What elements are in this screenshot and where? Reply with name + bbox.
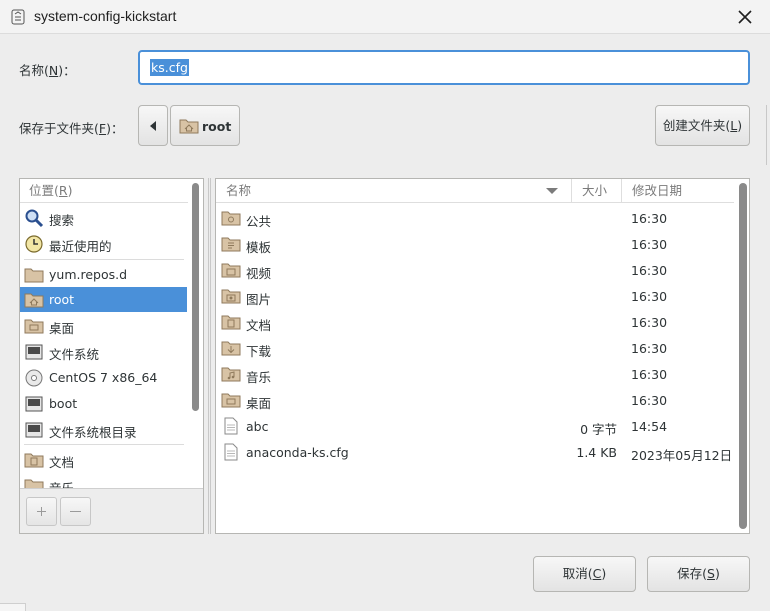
music-folder-icon — [24, 479, 44, 488]
places-scrollbar-thumb[interactable] — [192, 183, 199, 411]
file-row[interactable]: 公共 16:30 — [216, 205, 734, 231]
file-row[interactable]: anaconda-ks.cfg 1.4 KB 2023年05月12日 — [216, 439, 734, 465]
window-corner — [0, 603, 26, 611]
places-toolbar — [20, 488, 203, 533]
filename-input[interactable]: ks.cfg — [138, 50, 750, 85]
drive-icon — [25, 396, 43, 412]
sort-descending-icon — [546, 188, 558, 194]
music-folder-icon — [221, 367, 241, 382]
file-row[interactable]: 文档 16:30 — [216, 309, 734, 335]
filename-value: ks.cfg — [150, 59, 189, 76]
disc-icon — [25, 369, 43, 387]
window-edge — [766, 105, 767, 165]
place-filesystem[interactable]: 文件系统 — [20, 339, 187, 364]
file-row[interactable]: 桌面 16:30 — [216, 387, 734, 413]
place-yum-repos[interactable]: yum.repos.d — [20, 262, 187, 287]
drive-icon — [25, 422, 43, 438]
file-list-scrollbar[interactable] — [739, 183, 747, 529]
file-icon — [224, 443, 238, 461]
place-boot[interactable]: boot — [20, 391, 187, 416]
close-button[interactable] — [735, 7, 755, 27]
places-sidebar: 位置(R) 搜索 最近使用的 yum.repos.d root 桌面 文件系统 — [19, 178, 204, 534]
downloads-folder-icon — [221, 341, 241, 356]
places-separator — [24, 444, 184, 445]
window-title: system-config-kickstart — [34, 8, 177, 24]
recent-icon — [25, 235, 43, 253]
file-row[interactable]: 模板 16:30 — [216, 231, 734, 257]
search-icon — [25, 209, 44, 228]
app-icon — [11, 9, 25, 25]
file-list: 名称 大小 修改日期 公共 16:30 模板 16:30 视频 16:30 图片 — [215, 178, 750, 534]
file-row[interactable]: 音乐 16:30 — [216, 361, 734, 387]
file-row[interactable]: abc 0 字节 14:54 — [216, 413, 734, 439]
place-desktop[interactable]: 桌面 — [20, 313, 187, 338]
places-header[interactable]: 位置(R) — [20, 179, 188, 203]
templates-folder-icon — [221, 237, 241, 252]
place-music[interactable]: 音乐 — [20, 473, 187, 488]
pictures-folder-icon — [221, 289, 241, 304]
file-row[interactable]: 下载 16:30 — [216, 335, 734, 361]
file-list-header: 名称 大小 修改日期 — [216, 179, 734, 203]
name-label: 名称(N)： — [19, 63, 76, 78]
create-folder-button[interactable]: 创建文件夹(L) — [655, 105, 750, 146]
file-row[interactable]: 图片 16:30 — [216, 283, 734, 309]
remove-bookmark-button[interactable] — [60, 497, 91, 526]
place-centos-disc[interactable]: CentOS 7 x86_64 — [20, 365, 187, 390]
desktop-folder-icon — [221, 393, 241, 408]
place-root[interactable]: root — [20, 287, 187, 312]
cancel-button[interactable]: 取消(C) — [533, 556, 636, 592]
path-root-button[interactable]: root — [170, 105, 240, 146]
file-save-dialog: system-config-kickstart 名称(N)： ks.cfg 保存… — [0, 0, 770, 611]
column-name[interactable]: 名称 — [226, 179, 569, 202]
save-button[interactable]: 保存(S) — [647, 556, 750, 592]
documents-folder-icon — [221, 315, 241, 330]
desktop-folder-icon — [24, 319, 44, 334]
videos-folder-icon — [221, 263, 241, 278]
documents-folder-icon — [24, 453, 44, 468]
title-bar: system-config-kickstart — [0, 0, 770, 34]
folder-icon — [24, 268, 44, 283]
file-icon — [224, 417, 238, 435]
place-root-filesystem[interactable]: 文件系统根目录 — [20, 417, 187, 442]
places-separator — [24, 259, 184, 260]
save-folder-label: 保存于文件夹(F)： — [19, 121, 124, 136]
path-back-button[interactable] — [138, 105, 168, 146]
pane-splitter[interactable] — [208, 178, 211, 534]
home-folder-icon — [24, 293, 44, 308]
place-recent[interactable]: 最近使用的 — [20, 231, 187, 256]
remove-bookmark-icon — [70, 511, 81, 512]
file-row[interactable]: 视频 16:30 — [216, 257, 734, 283]
close-icon — [738, 10, 752, 24]
home-folder-icon — [179, 119, 199, 134]
column-size[interactable]: 大小 — [571, 179, 621, 202]
drive-icon — [25, 344, 43, 360]
add-bookmark-button[interactable] — [26, 497, 57, 526]
place-documents[interactable]: 文档 — [20, 447, 187, 472]
path-root-label: root — [202, 119, 232, 134]
add-bookmark-icon — [37, 507, 46, 516]
public-folder-icon — [221, 211, 241, 226]
place-search[interactable]: 搜索 — [20, 205, 187, 230]
column-modified[interactable]: 修改日期 — [621, 179, 731, 202]
left-arrow-icon — [150, 121, 156, 131]
